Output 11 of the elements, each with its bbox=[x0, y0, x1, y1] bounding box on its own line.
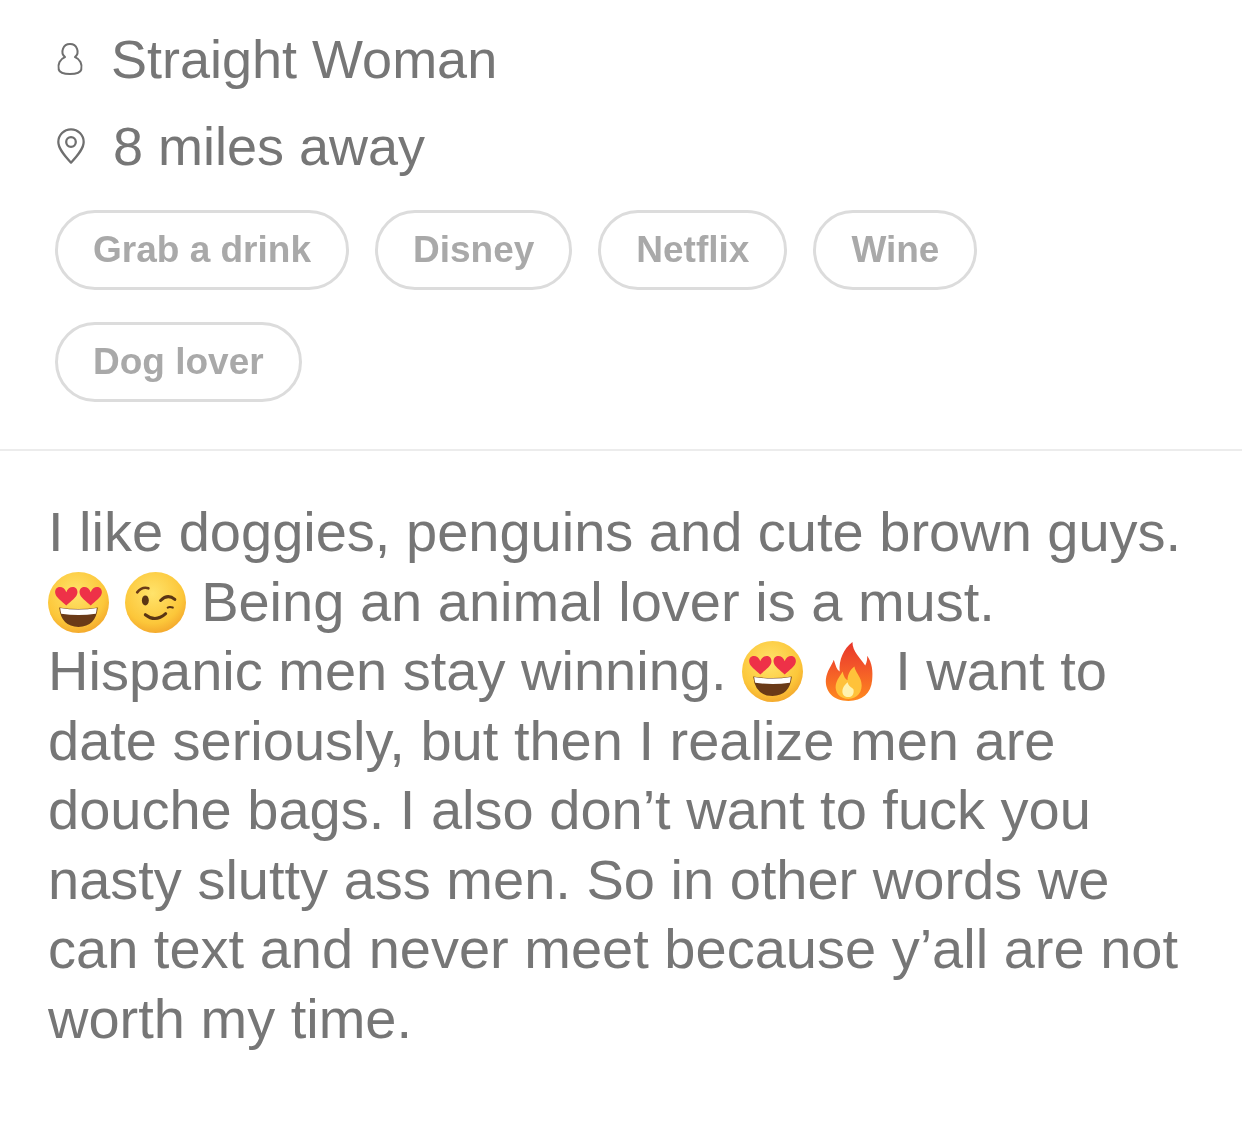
interest-tag: Grab a drink bbox=[55, 210, 349, 290]
heart-eyes-emoji-icon bbox=[742, 641, 804, 702]
interest-tag: Wine bbox=[813, 210, 978, 290]
interest-tag: Disney bbox=[374, 210, 573, 290]
interest-tag: Dog lover bbox=[55, 322, 302, 402]
interest-tag: Netflix bbox=[598, 210, 788, 290]
location-pin-icon bbox=[55, 126, 87, 165]
bio-paragraph: I like doggies, penguins and cute brown guys. Being an animal lover is a must. Hispanic men stay winning. I want to date seriously, but then I realize men are douche bags. I also don’t want to fuck you nasty slutty ass men. So in other words we can text and never meet because y’all are not worth my time. bbox=[48, 499, 1183, 1052]
wink-emoji-icon bbox=[124, 571, 186, 633]
heart-eyes-emoji-icon bbox=[48, 571, 109, 633]
person-icon bbox=[55, 40, 85, 77]
